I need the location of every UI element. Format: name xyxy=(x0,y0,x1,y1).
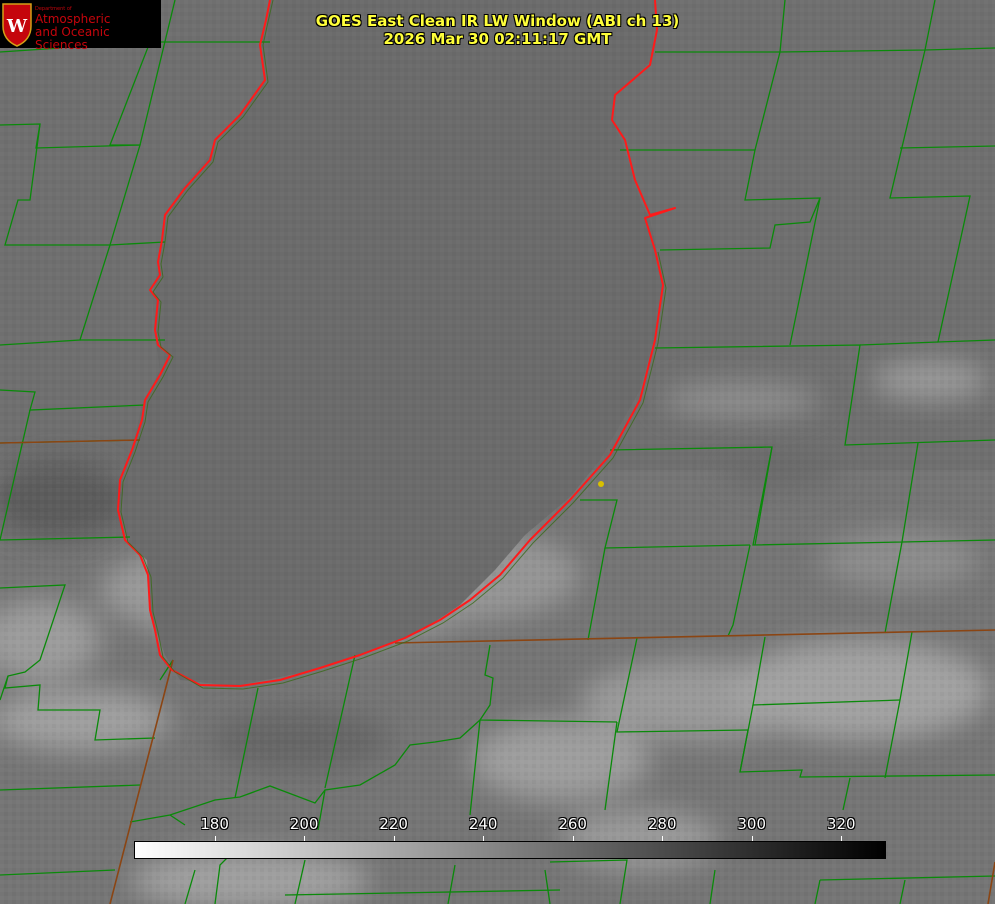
pixel-texture xyxy=(0,0,995,904)
station-marker[interactable] xyxy=(598,481,604,487)
colorbar-tick-label: 180 xyxy=(200,815,229,833)
colorbar-tick-label: 300 xyxy=(737,815,767,833)
colorbar-tick-label: 200 xyxy=(289,815,319,833)
colorbar-tick-label: 260 xyxy=(558,815,587,833)
colorbar-tick-label: 240 xyxy=(468,815,498,833)
image-timestamp: 2026 Mar 30 02:11:17 GMT xyxy=(383,30,612,48)
colorbar-tick-label: 320 xyxy=(826,815,856,833)
colorbar xyxy=(134,841,886,859)
product-title: GOES East Clean IR LW Window (ABI ch 13) xyxy=(315,12,680,30)
satellite-map[interactable] xyxy=(0,0,995,904)
colorbar-tick-label: 280 xyxy=(647,815,677,833)
colorbar-tick-label: 220 xyxy=(379,815,408,833)
